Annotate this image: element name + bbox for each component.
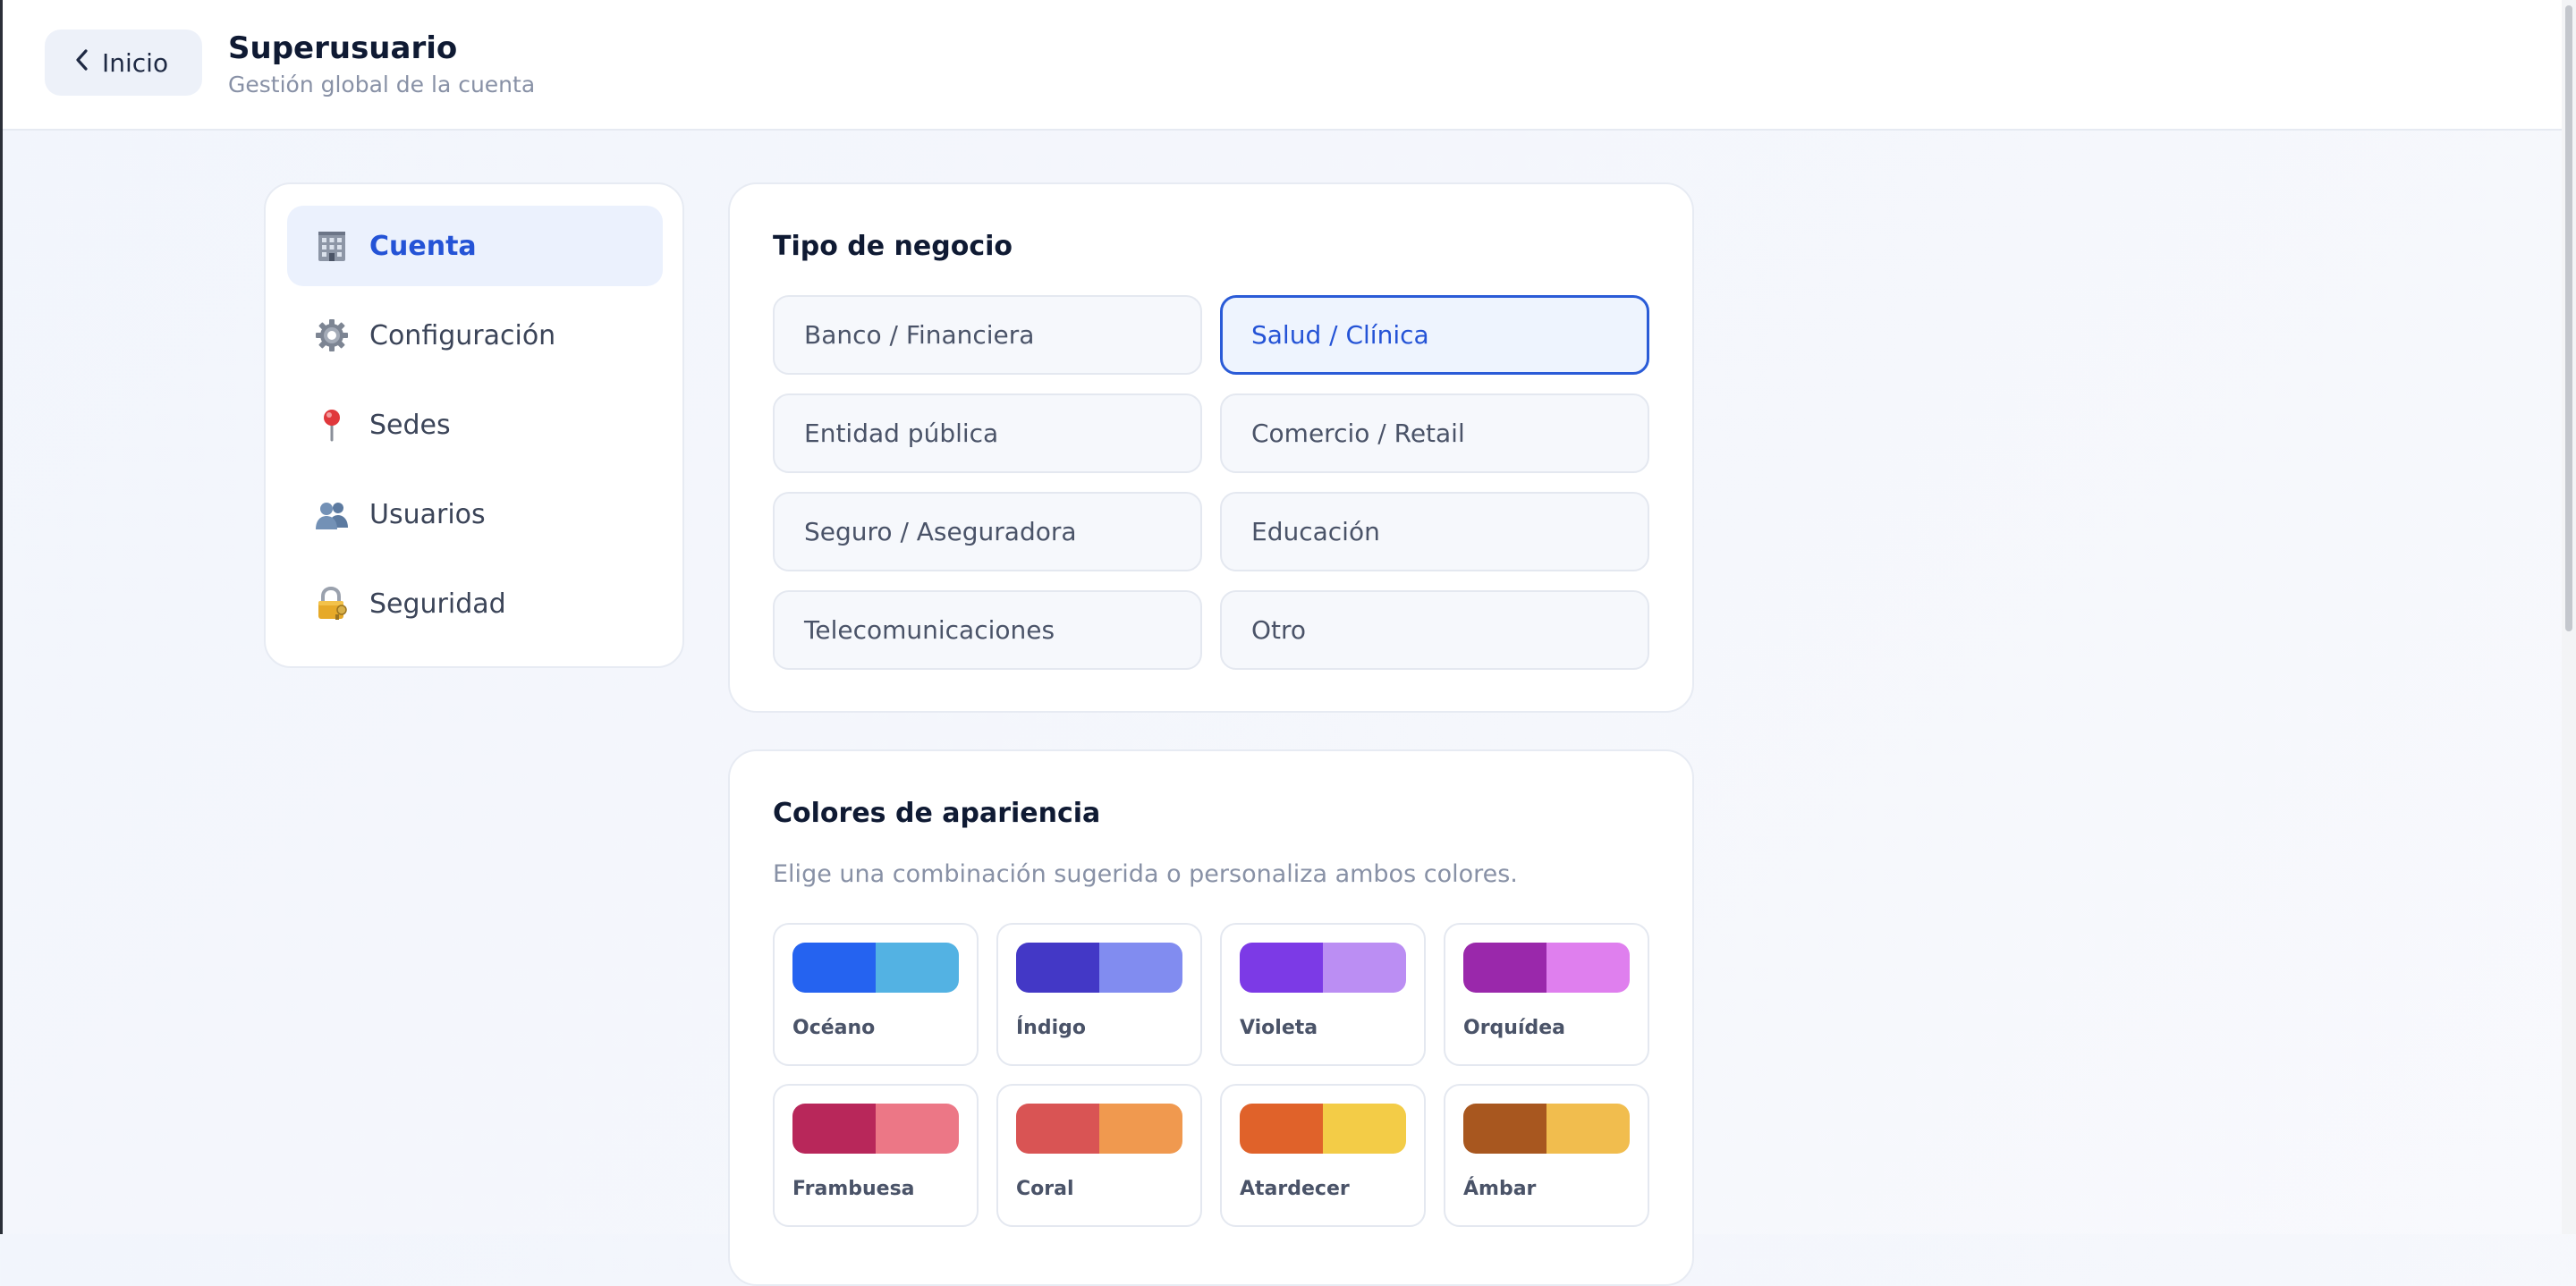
palette-option[interactable]: Coral xyxy=(996,1084,1202,1227)
palette-name: Ámbar xyxy=(1463,1178,1537,1200)
sidebar-item-configuracion[interactable]: Configuración xyxy=(287,295,663,376)
appearance-description: Elige una combinación sugerida o persona… xyxy=(773,860,1518,888)
chevron-left-icon xyxy=(75,48,89,77)
palette-color-preview xyxy=(1016,943,1182,993)
appearance-colors-card: Colores de apariencia Elige una combinac… xyxy=(728,749,1694,1286)
scrollbar-thumb[interactable] xyxy=(2565,5,2572,631)
business-option-telecomunicaciones[interactable]: Telecomunicaciones xyxy=(773,590,1202,670)
palette-secondary-color xyxy=(1099,943,1182,993)
palette-color-preview xyxy=(1240,1104,1406,1154)
sidebar-item-label: Cuenta xyxy=(369,230,477,262)
palette-option[interactable]: Orquídea xyxy=(1444,923,1649,1066)
lock-with-key-icon xyxy=(314,586,350,622)
business-option-banco[interactable]: Banco / Financiera xyxy=(773,295,1202,375)
palette-color-preview xyxy=(1240,943,1406,993)
sidebar-item-label: Seguridad xyxy=(369,588,506,620)
palette-color-preview xyxy=(1463,1104,1630,1154)
palette-primary-color xyxy=(792,1104,876,1154)
palette-option[interactable]: Frambuesa xyxy=(773,1084,979,1227)
palette-option[interactable]: Índigo xyxy=(996,923,1202,1066)
palette-option[interactable]: Océano xyxy=(773,923,979,1066)
palette-primary-color xyxy=(1016,943,1099,993)
palette-secondary-color xyxy=(1546,1104,1630,1154)
palette-name: Índigo xyxy=(1016,1017,1086,1039)
palette-name: Océano xyxy=(792,1017,876,1039)
palette-color-preview xyxy=(792,1104,959,1154)
palette-name: Atardecer xyxy=(1240,1178,1350,1200)
page-title: Superusuario xyxy=(228,30,458,66)
palette-name: Violeta xyxy=(1240,1017,1318,1039)
appearance-title: Colores de apariencia xyxy=(773,798,1101,829)
palette-primary-color xyxy=(1463,943,1546,993)
palette-secondary-color xyxy=(876,943,959,993)
business-option-seguro[interactable]: Seguro / Aseguradora xyxy=(773,492,1202,571)
back-button[interactable]: Inicio xyxy=(45,30,202,96)
palette-secondary-color xyxy=(1546,943,1630,993)
scrollbar[interactable] xyxy=(2562,0,2576,1234)
business-option-educacion[interactable]: Educación xyxy=(1220,492,1649,571)
business-option-salud-selected[interactable]: Salud / Clínica xyxy=(1220,295,1649,375)
settings-sidebar: Cuenta Configuración Sedes Usuarios Segu… xyxy=(264,182,684,668)
palette-name: Frambuesa xyxy=(792,1178,915,1200)
palette-secondary-color xyxy=(1323,943,1406,993)
top-header: Inicio Superusuario Gestión global de la… xyxy=(3,0,2562,131)
palette-primary-color xyxy=(1240,1104,1323,1154)
building-icon xyxy=(314,228,350,264)
sidebar-item-usuarios[interactable]: Usuarios xyxy=(287,474,663,554)
sidebar-item-seguridad[interactable]: Seguridad xyxy=(287,563,663,644)
pin-icon xyxy=(314,407,350,443)
sidebar-item-label: Sedes xyxy=(369,409,451,441)
users-icon xyxy=(314,496,350,532)
palette-option[interactable]: Ámbar xyxy=(1444,1084,1649,1227)
palette-secondary-color xyxy=(1323,1104,1406,1154)
palette-name: Coral xyxy=(1016,1178,1074,1200)
palette-color-preview xyxy=(1016,1104,1182,1154)
palette-primary-color xyxy=(792,943,876,993)
business-type-title: Tipo de negocio xyxy=(773,231,1013,262)
palette-name: Orquídea xyxy=(1463,1017,1566,1039)
back-button-label: Inicio xyxy=(102,47,169,78)
palette-color-preview xyxy=(1463,943,1630,993)
sidebar-item-sedes[interactable]: Sedes xyxy=(287,385,663,465)
business-option-otro[interactable]: Otro xyxy=(1220,590,1649,670)
business-option-comercio[interactable]: Comercio / Retail xyxy=(1220,393,1649,473)
palette-secondary-color xyxy=(876,1104,959,1154)
business-type-card: Tipo de negocio Banco / Financiera Salud… xyxy=(728,182,1694,713)
window-frame-edge xyxy=(0,0,3,1234)
palette-option[interactable]: Violeta xyxy=(1220,923,1426,1066)
palette-color-preview xyxy=(792,943,959,993)
palette-primary-color xyxy=(1463,1104,1546,1154)
business-option-entidad-publica[interactable]: Entidad pública xyxy=(773,393,1202,473)
palette-primary-color xyxy=(1016,1104,1099,1154)
sidebar-item-label: Usuarios xyxy=(369,498,486,530)
page-subtitle: Gestión global de la cuenta xyxy=(228,72,536,97)
palette-primary-color xyxy=(1240,943,1323,993)
gear-icon xyxy=(314,317,350,353)
palette-option[interactable]: Atardecer xyxy=(1220,1084,1426,1227)
sidebar-item-cuenta[interactable]: Cuenta xyxy=(287,206,663,286)
sidebar-item-label: Configuración xyxy=(369,319,556,351)
palette-secondary-color xyxy=(1099,1104,1182,1154)
